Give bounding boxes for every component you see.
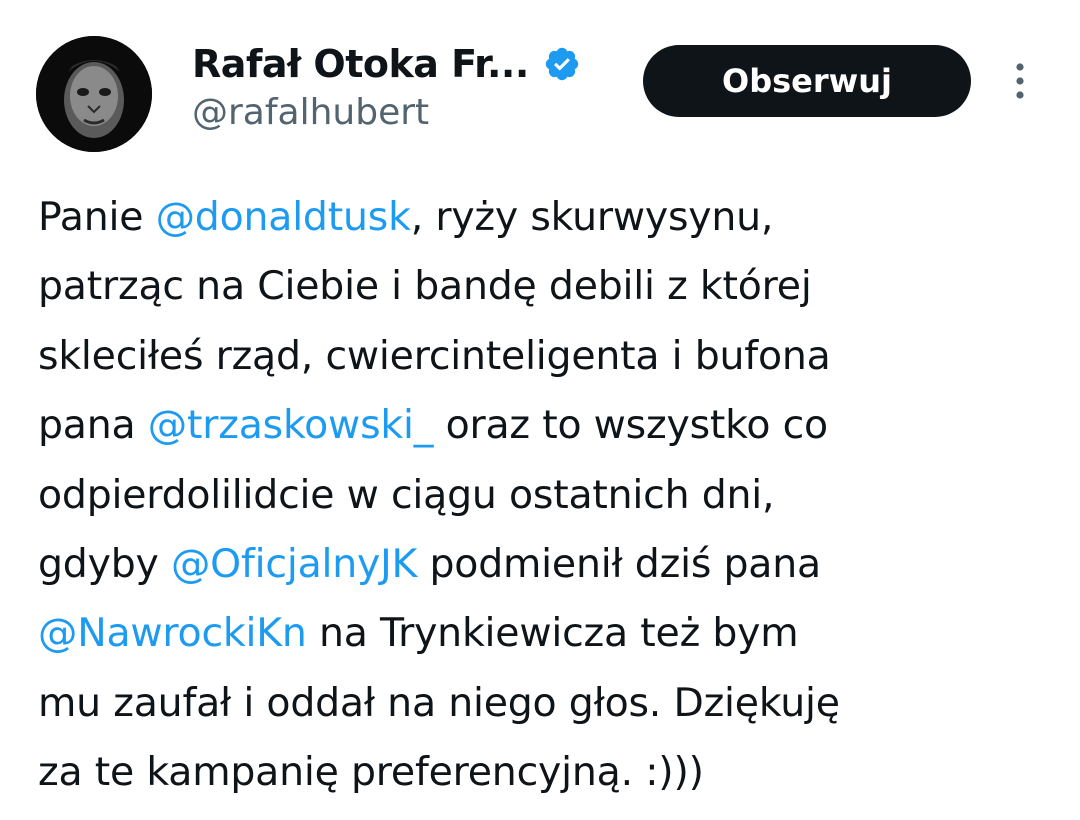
- avatar-image: [36, 36, 152, 152]
- tweet-line: @NawrockiKn na Trynkiewicza też bym: [38, 599, 1048, 668]
- tweet-text-segment: skleciłeś rząd, cwiercinteligenta i bufo…: [38, 332, 831, 379]
- tweet-text-segment: , ryży skurwysynu,: [410, 194, 774, 240]
- tweet-text-segment: podmienił dziś pana: [417, 541, 822, 588]
- tweet-text-segment: Panie: [38, 194, 156, 240]
- mention-link[interactable]: @NawrockiKn: [38, 610, 307, 656]
- tweet-text-segment: za te kampanię preferencyjną. :))): [38, 749, 704, 796]
- display-name[interactable]: Rafał Otoka Fr...: [192, 42, 529, 86]
- tweet-line: skleciłeś rząd, cwiercinteligenta i bufo…: [38, 322, 1048, 391]
- name-row: Rafał Otoka Fr...: [192, 36, 581, 92]
- follow-button[interactable]: Obserwuj: [643, 45, 971, 117]
- user-handle[interactable]: @rafalhubert: [192, 92, 429, 133]
- tweet-line: gdyby @OficjalnyJK podmienił dziś pana: [38, 530, 1048, 599]
- tweet-text-segment: pana: [38, 402, 148, 449]
- tweet-text-segment: patrząc na Ciebie i bandę debili z które…: [38, 263, 812, 310]
- tweet-text-segment: mu zaufał i oddał na niego głos. Dziękuj…: [38, 679, 840, 726]
- mention-link[interactable]: @trzaskowski_: [148, 402, 434, 448]
- mention-link[interactable]: @OficjalnyJK: [171, 541, 417, 587]
- tweet-line: odpierdolilidcie w ciągu ostatnich dni,: [38, 461, 1048, 530]
- tweet-text-segment: gdyby: [38, 541, 171, 588]
- tweet-line: patrząc na Ciebie i bandę debili z które…: [38, 252, 1048, 321]
- tweet-text-segment: odpierdolilidcie w ciągu ostatnich dni,: [38, 471, 775, 518]
- tweet-text: Panie @donaldtusk, ryży skurwysynu, patrz…: [38, 183, 1048, 808]
- tweet-line: mu zaufał i oddał na niego głos. Dziękuj…: [38, 669, 1048, 738]
- tweet-line: Panie @donaldtusk, ryży skurwysynu,: [38, 183, 1048, 252]
- tweet-text-segment: na Trynkiewicza też bym: [306, 610, 799, 657]
- tweet-line: za te kampanię preferencyjną. :))): [38, 738, 1048, 807]
- avatar[interactable]: [36, 36, 152, 152]
- mention-link[interactable]: @donaldtusk: [156, 194, 411, 240]
- tweet-line: pana @trzaskowski_ oraz to wszystko co: [38, 391, 1048, 460]
- more-vertical-icon[interactable]: [1006, 58, 1034, 104]
- verified-badge-icon: [543, 45, 581, 83]
- tweet-text-segment: oraz to wszystko co: [433, 402, 829, 449]
